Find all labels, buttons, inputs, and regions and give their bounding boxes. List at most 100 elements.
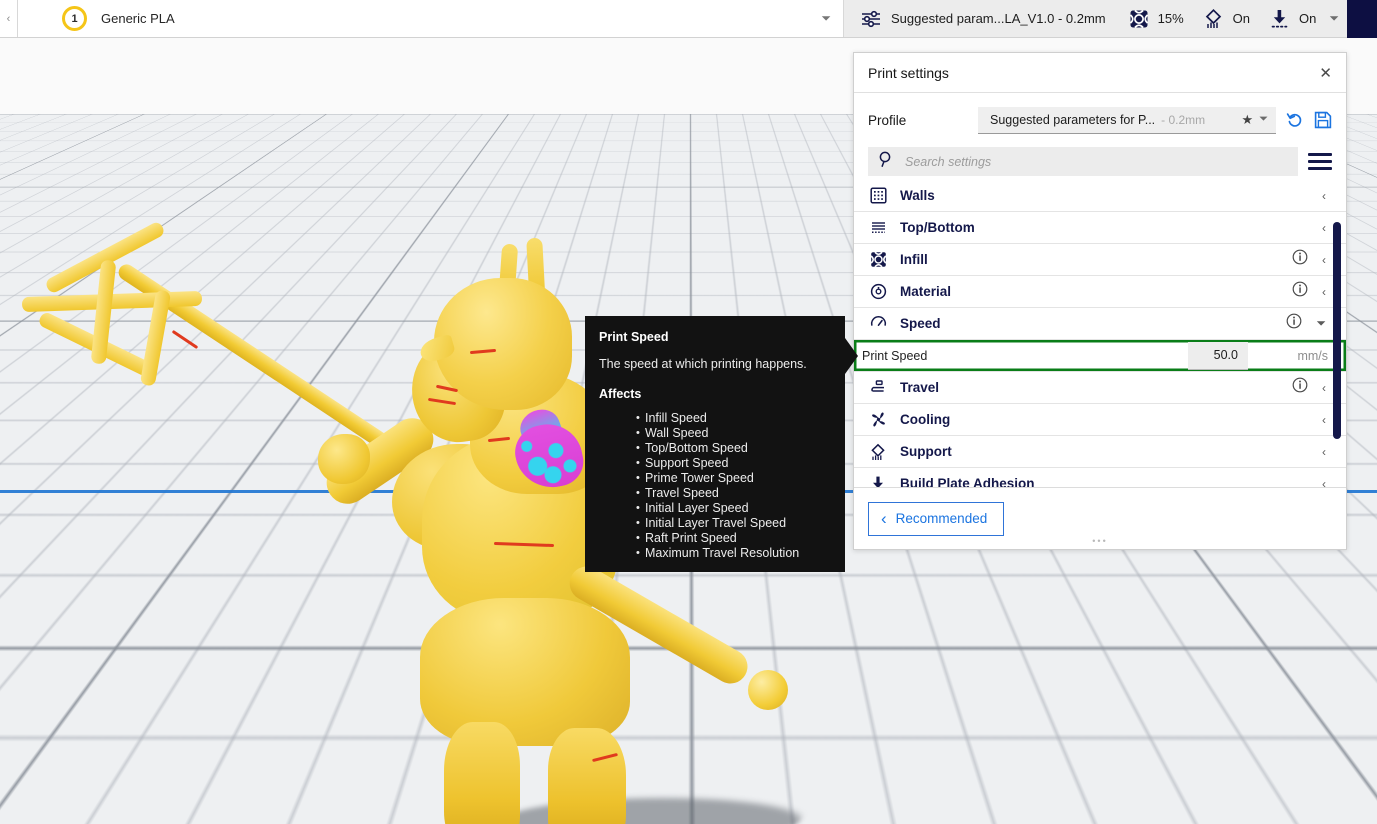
chevron-left-icon[interactable]: ‹	[1322, 445, 1326, 459]
setting-tooltip: Print Speed The speed at which printing …	[585, 316, 845, 572]
tooltip-affects-item: Initial Layer Speed	[636, 501, 829, 516]
material-icon	[868, 283, 888, 300]
setting-label: Print Speed	[862, 348, 928, 363]
category-row-actions: ‹	[1322, 413, 1326, 427]
category-row-speed[interactable]: Speed ⏷	[854, 308, 1346, 340]
profile-dropdown[interactable]: Suggested parameters for P... - 0.2mm ★ …	[978, 106, 1276, 134]
figure-leg-left	[444, 722, 520, 824]
info-icon[interactable]	[1292, 281, 1308, 302]
info-icon[interactable]	[1292, 249, 1308, 270]
tooltip-affects-item: Travel Speed	[636, 486, 829, 501]
extruder-selector[interactable]: 1 Generic PLA ⏷	[18, 0, 844, 37]
chevron-left-icon[interactable]: ‹	[1322, 477, 1326, 488]
support-icon	[868, 443, 888, 461]
close-icon[interactable]: ✕	[1319, 64, 1332, 82]
figure-hand-left	[318, 434, 370, 484]
category-row-actions: ‹	[1292, 249, 1326, 270]
print-settings-panel: Print settings ✕ Profile Suggested param…	[853, 52, 1347, 550]
tooltip-affects-item: Initial Layer Travel Speed	[636, 516, 829, 531]
profile-row: Profile Suggested parameters for P... - …	[854, 93, 1346, 147]
search-input[interactable]	[903, 153, 1288, 170]
settings-list: Walls ‹ Top/Bottom ‹ Infill ‹ Material ‹…	[854, 180, 1346, 487]
category-label: Speed	[900, 316, 941, 331]
category-label: Cooling	[900, 412, 951, 427]
chevron-down-icon[interactable]: ⏷	[821, 11, 831, 26]
print-speed-input[interactable]: 50.0	[1188, 341, 1248, 370]
reset-profile-icon[interactable]	[1286, 111, 1304, 129]
extruder-material-label: Generic PLA	[101, 11, 175, 26]
category-row-infill[interactable]: Infill ‹	[854, 244, 1346, 276]
category-label: Build Plate Adhesion	[900, 476, 1035, 487]
top-right-corner-block	[1347, 0, 1377, 38]
chevron-left-icon[interactable]: ‹	[1322, 285, 1326, 299]
category-row-actions: ‹	[1292, 377, 1326, 398]
category-row-cooling[interactable]: Cooling ‹	[854, 404, 1346, 436]
chevron-left-icon[interactable]: ‹	[1322, 189, 1326, 203]
category-row-build-plate-adhesion[interactable]: Build Plate Adhesion ‹	[854, 468, 1346, 487]
cooling-icon	[868, 411, 888, 428]
chevron-down-icon[interactable]: ⏷	[1316, 316, 1326, 331]
settings-scrollbar-track[interactable]	[1333, 180, 1341, 487]
top-bottom-icon	[868, 219, 888, 236]
category-row-walls[interactable]: Walls ‹	[854, 180, 1346, 212]
top-toolbar: ‹ 1 Generic PLA ⏷ Suggested param...LA_V…	[0, 0, 1377, 38]
tooltip-arrow	[845, 338, 858, 374]
walls-icon	[868, 187, 888, 204]
search-icon	[878, 151, 895, 173]
tooltip-affects-item: Infill Speed	[636, 411, 829, 426]
setting-unit: mm/s	[1297, 348, 1328, 363]
profile-suffix: - 0.2mm	[1161, 112, 1206, 127]
chevron-left-icon[interactable]: ‹	[1322, 413, 1326, 427]
print-settings-summary-button[interactable]: Suggested param...LA_V1.0 - 0.2mm 15% On…	[844, 0, 1377, 37]
tooltip-description: The speed at which printing happens.	[599, 357, 807, 371]
category-row-actions: ‹	[1322, 189, 1326, 203]
info-icon[interactable]	[1292, 377, 1308, 398]
recommended-mode-button[interactable]: ‹ Recommended	[868, 501, 1005, 536]
category-row-actions: ‹	[1292, 281, 1326, 302]
settings-visibility-menu-icon[interactable]	[1308, 153, 1332, 170]
category-row-material[interactable]: Material ‹	[854, 276, 1346, 308]
save-profile-icon[interactable]	[1314, 111, 1332, 129]
chevron-left-icon: ‹	[881, 508, 887, 528]
tooltip-affects-item: Support Speed	[636, 456, 829, 471]
tooltip-affects-item: Wall Speed	[636, 426, 829, 441]
chevron-left-icon[interactable]: ‹	[1322, 253, 1326, 267]
category-row-travel[interactable]: Travel ‹	[854, 372, 1346, 404]
tooltip-affects-item: Maximum Travel Resolution	[636, 546, 829, 561]
category-row-actions: ⏷	[1286, 313, 1326, 334]
tooltip-affects-item: Prime Tower Speed	[636, 471, 829, 486]
category-row-top-bottom[interactable]: Top/Bottom ‹	[854, 212, 1346, 244]
setting-row-print-speed[interactable]: Print Speed 50.0 mm/s	[854, 340, 1346, 372]
profile-name: Suggested parameters for P...	[990, 112, 1156, 127]
figure-skirt	[420, 598, 630, 746]
left-edge-chevron-icon[interactable]: ‹	[0, 0, 18, 37]
figure-leg-right	[548, 728, 626, 824]
panel-resize-grip[interactable]: •••	[1092, 536, 1107, 546]
category-label: Infill	[900, 252, 928, 267]
recommended-label: Recommended	[895, 511, 988, 526]
adhesion-icon	[1269, 8, 1290, 29]
panel-title: Print settings	[868, 64, 949, 81]
star-icon[interactable]: ★	[1242, 112, 1254, 128]
settings-scrollbar-thumb[interactable]	[1333, 222, 1341, 439]
summary-profile-label: Suggested param...LA_V1.0 - 0.2mm	[891, 11, 1106, 26]
category-label: Material	[900, 284, 952, 299]
support-state-label: On	[1232, 11, 1250, 26]
speed-icon	[868, 315, 888, 332]
settings-list-wrapper: Walls ‹ Top/Bottom ‹ Infill ‹ Material ‹…	[854, 180, 1346, 487]
info-icon[interactable]	[1286, 313, 1302, 334]
adhesion-icon	[868, 475, 888, 487]
tooltip-affects-heading: Affects	[599, 387, 642, 401]
chevron-left-icon[interactable]: ‹	[1322, 221, 1326, 235]
category-label: Support	[900, 444, 952, 459]
infill-icon	[868, 251, 888, 268]
category-row-support[interactable]: Support ‹	[854, 436, 1346, 468]
search-box[interactable]	[868, 147, 1298, 176]
chevron-down-icon[interactable]: ⏷	[1329, 11, 1339, 26]
tooltip-affects-item: Top/Bottom Speed	[636, 441, 829, 456]
category-row-actions: ‹	[1322, 221, 1326, 235]
adhesion-state-label: On	[1299, 11, 1317, 26]
chevron-left-icon[interactable]: ‹	[1322, 381, 1326, 395]
tooltip-title: Print Speed	[599, 330, 669, 344]
chevron-down-icon[interactable]: ⏷	[1259, 113, 1268, 126]
